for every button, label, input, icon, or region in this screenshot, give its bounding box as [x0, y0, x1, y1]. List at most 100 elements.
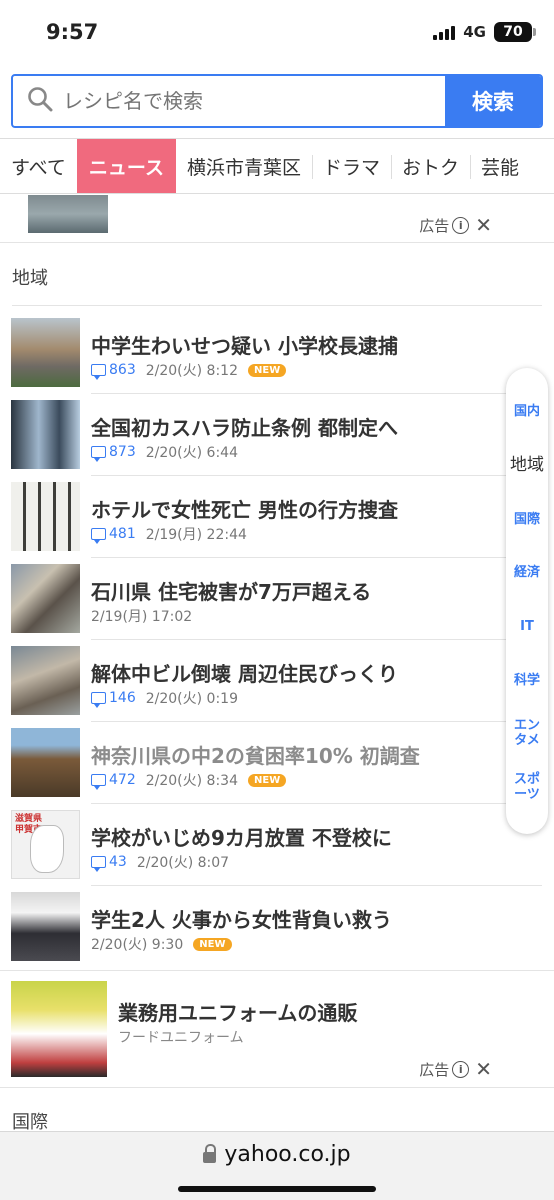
news-item[interactable]: 学生2人 火事から女性背負い救う 2/20(火) 9:30 NEW — [0, 886, 554, 968]
news-item[interactable]: 神奈川県の中2の貧困率10% 初調査 472 2/20(火) 8:34 NEW — [0, 722, 554, 804]
divider — [12, 305, 542, 306]
ad-sponsor: フードユニフォーム — [118, 1030, 244, 1046]
news-title[interactable]: 全国初カスハラ防止条例 都制定へ — [91, 412, 398, 441]
news-meta: 2/20(火) 9:30 NEW — [91, 934, 232, 954]
news-meta: 146 2/20(火) 0:19 — [91, 688, 238, 708]
news-date: 2/20(火) 8:07 — [136, 855, 230, 871]
news-thumbnail — [11, 728, 80, 797]
comment-icon — [91, 774, 106, 790]
search-button[interactable]: 検索 — [445, 76, 541, 126]
ad-label: 広告 i ✕ — [419, 1057, 492, 1081]
network-type: 4G — [463, 23, 486, 41]
comment-count[interactable]: 146 — [91, 690, 136, 708]
comment-icon — [91, 528, 106, 544]
tab-local-area[interactable]: 横浜市青葉区 — [176, 139, 312, 193]
tab-all[interactable]: すべて — [0, 139, 77, 193]
news-item[interactable]: 滋賀県 甲賀市 学校がいじめ9カ月放置 不登校に 43 2/20(火) 8:07 — [0, 804, 554, 886]
category-index-nav: 国内 地域 国際 経済 IT 科学 エン タメ スポ ーツ — [506, 368, 548, 834]
ad-text: 広告 — [419, 1060, 450, 1079]
news-title[interactable]: 中学生わいせつ疑い 小学校長逮捕 — [91, 330, 398, 359]
news-list: 中学生わいせつ疑い 小学校長逮捕 863 2/20(火) 8:12 NEW 全国… — [0, 312, 554, 968]
news-item[interactable]: ホテルで女性死亡 男性の行方捜査 481 2/19(月) 22:44 — [0, 476, 554, 558]
comment-icon — [91, 364, 106, 380]
news-thumbnail — [11, 482, 80, 551]
search-icon — [27, 86, 53, 116]
url-text: yahoo.co.jp — [224, 1142, 351, 1167]
nav-sports[interactable]: スポ ーツ — [506, 772, 548, 802]
ad-label: 広告 i ✕ — [419, 213, 492, 237]
news-thumbnail: 滋賀県 甲賀市 — [11, 810, 80, 879]
battery-icon: 70 — [494, 22, 536, 42]
tab-news[interactable]: ニュース — [76, 139, 176, 193]
search-bar: 検索 — [11, 74, 543, 128]
news-date: 2/19(月) 17:02 — [91, 609, 193, 625]
news-meta: 472 2/20(火) 8:34 NEW — [91, 770, 287, 790]
close-icon[interactable]: ✕ — [475, 1057, 492, 1081]
comment-count[interactable]: 863 — [91, 362, 136, 380]
nav-international[interactable]: 国際 — [506, 512, 548, 527]
comment-icon — [91, 692, 106, 708]
comment-count[interactable]: 481 — [91, 526, 136, 544]
ad-image[interactable] — [28, 195, 108, 233]
news-date: 2/20(火) 8:12 — [145, 363, 238, 379]
news-title[interactable]: ホテルで女性死亡 男性の行方捜査 — [91, 494, 398, 523]
news-meta: 481 2/19(月) 22:44 — [91, 524, 247, 544]
new-badge: NEW — [248, 363, 287, 377]
search-field[interactable] — [13, 76, 445, 126]
ad-text: 広告 — [419, 216, 450, 235]
ad-banner-uniform[interactable]: 業務用ユニフォームの通販 フードユニフォーム 広告 i ✕ — [0, 970, 554, 1088]
news-title[interactable]: 神奈川県の中2の貧困率10% 初調査 — [91, 740, 420, 769]
news-title[interactable]: 学校がいじめ9カ月放置 不登校に — [91, 822, 392, 851]
news-thumbnail — [11, 400, 80, 469]
news-thumbnail — [11, 564, 80, 633]
status-bar: 9:57 4G 70 — [0, 0, 554, 66]
url-display[interactable]: yahoo.co.jp — [0, 1142, 554, 1167]
lock-icon — [203, 1144, 217, 1163]
ad-title[interactable]: 業務用ユニフォームの通販 — [118, 997, 357, 1026]
signal-icon — [433, 24, 456, 40]
news-meta: 873 2/20(火) 6:44 — [91, 442, 238, 462]
news-title[interactable]: 解体中ビル倒壊 周辺住民びっくり — [91, 658, 398, 687]
browser-address-bar[interactable]: yahoo.co.jp — [0, 1131, 554, 1200]
comment-icon — [91, 856, 106, 872]
nav-science[interactable]: 科学 — [506, 673, 548, 688]
ad-image[interactable] — [11, 981, 107, 1077]
comment-count[interactable]: 43 — [91, 854, 127, 872]
news-item[interactable]: 解体中ビル倒壊 周辺住民びっくり 146 2/20(火) 0:19 — [0, 640, 554, 722]
comment-count[interactable]: 472 — [91, 772, 136, 790]
nav-economy[interactable]: 経済 — [506, 565, 548, 580]
close-icon[interactable]: ✕ — [475, 213, 492, 237]
news-date: 2/20(火) 0:19 — [145, 691, 238, 707]
nav-entertainment[interactable]: エン タメ — [506, 718, 548, 748]
news-title[interactable]: 学生2人 火事から女性背負い救う — [91, 904, 392, 933]
tab-drama[interactable]: ドラマ — [312, 139, 391, 193]
news-item[interactable]: 中学生わいせつ疑い 小学校長逮捕 863 2/20(火) 8:12 NEW — [0, 312, 554, 394]
news-title[interactable]: 石川県 住宅被害が7万戸超える — [91, 576, 371, 605]
nav-domestic[interactable]: 国内 — [506, 404, 548, 419]
new-badge: NEW — [193, 937, 232, 951]
news-meta: 863 2/20(火) 8:12 NEW — [91, 360, 287, 380]
search-input[interactable] — [63, 89, 423, 113]
comment-count[interactable]: 873 — [91, 444, 136, 462]
ad-banner-top[interactable]: 広告 i ✕ — [0, 195, 554, 243]
info-icon[interactable]: i — [452, 1060, 470, 1078]
news-date: 2/20(火) 6:44 — [145, 445, 238, 461]
news-date: 2/19(月) 22:44 — [145, 527, 247, 543]
news-date: 2/20(火) 8:34 — [145, 773, 238, 789]
news-item[interactable]: 全国初カスハラ防止条例 都制定へ 873 2/20(火) 6:44 — [0, 394, 554, 476]
news-date: 2/20(火) 9:30 — [91, 937, 184, 953]
section-title-regional: 地域 — [12, 268, 48, 289]
news-thumbnail — [11, 646, 80, 715]
news-item[interactable]: 石川県 住宅被害が7万戸超える 2/19(月) 17:02 — [0, 558, 554, 640]
nav-it[interactable]: IT — [506, 619, 548, 634]
comment-icon — [91, 446, 106, 462]
map-shape — [30, 825, 64, 873]
nav-regional[interactable]: 地域 — [504, 457, 550, 474]
tab-deals[interactable]: おトク — [391, 139, 470, 193]
info-icon[interactable]: i — [452, 216, 470, 234]
new-badge: NEW — [248, 773, 287, 787]
news-meta: 43 2/20(火) 8:07 — [91, 852, 229, 872]
news-meta: 2/19(月) 17:02 — [91, 606, 192, 626]
home-indicator[interactable] — [178, 1186, 376, 1192]
tab-entertainment[interactable]: 芸能 — [470, 139, 530, 193]
